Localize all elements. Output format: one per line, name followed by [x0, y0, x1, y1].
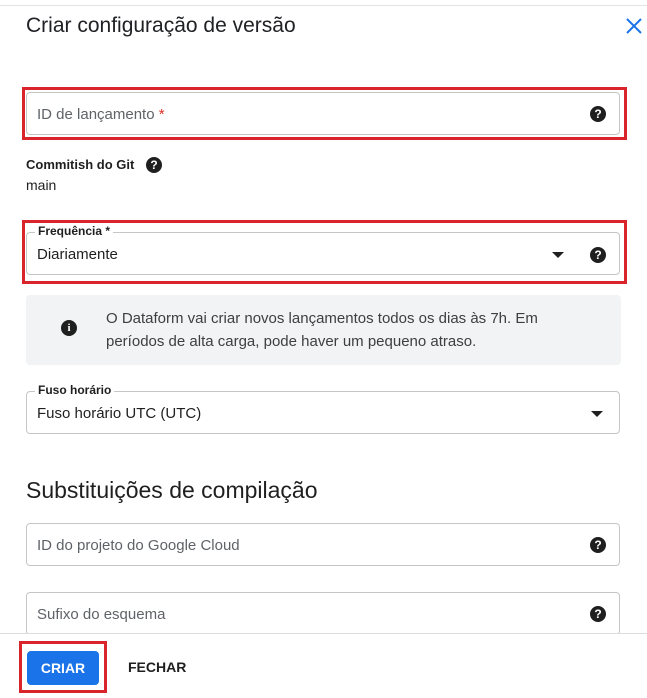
top-divider [0, 5, 647, 6]
close-icon[interactable] [622, 14, 646, 38]
section-title: Substituições de compilação [26, 477, 318, 503]
dialog-title: Criar configuração de versão [26, 14, 296, 37]
help-icon[interactable]: ? [590, 106, 606, 122]
project-id-input[interactable]: ID do projeto do Google Cloud ? [26, 523, 620, 566]
schema-suffix-input[interactable]: Sufixo do esquema ? [26, 592, 620, 635]
frequency-label: Frequência * [35, 224, 114, 238]
arrow-drop-down-icon[interactable] [552, 252, 564, 258]
git-commitish-value: main [26, 177, 57, 193]
help-icon[interactable]: ? [590, 537, 606, 553]
release-id-placeholder: ID de lançamento * [37, 106, 165, 123]
arrow-drop-down-icon[interactable] [591, 411, 603, 417]
frequency-select[interactable]: Frequência * Diariamente ? [26, 224, 620, 275]
info-text: O Dataform vai criar novos lançamentos t… [106, 310, 538, 350]
git-commitish-label: Commitish do Git [26, 157, 135, 172]
close-button[interactable]: FECHAR [128, 659, 186, 675]
create-button[interactable]: CRIAR [27, 651, 99, 685]
info-banner: i O Dataform vai criar novos lançamentos… [26, 295, 621, 365]
help-icon[interactable]: ? [590, 247, 606, 263]
timezone-value: Fuso horário UTC (UTC) [37, 405, 202, 422]
help-icon[interactable]: ? [590, 606, 606, 622]
release-id-input[interactable]: ID de lançamento * ? [26, 92, 620, 135]
help-icon[interactable]: ? [146, 157, 162, 173]
frequency-value: Diariamente [37, 246, 118, 263]
timezone-select[interactable]: Fuso horário Fuso horário UTC (UTC) [26, 383, 620, 434]
schema-suffix-placeholder: Sufixo do esquema [37, 606, 166, 623]
timezone-label: Fuso horário [35, 383, 115, 397]
info-icon: i [61, 320, 77, 336]
project-id-placeholder: ID do projeto do Google Cloud [37, 537, 240, 554]
